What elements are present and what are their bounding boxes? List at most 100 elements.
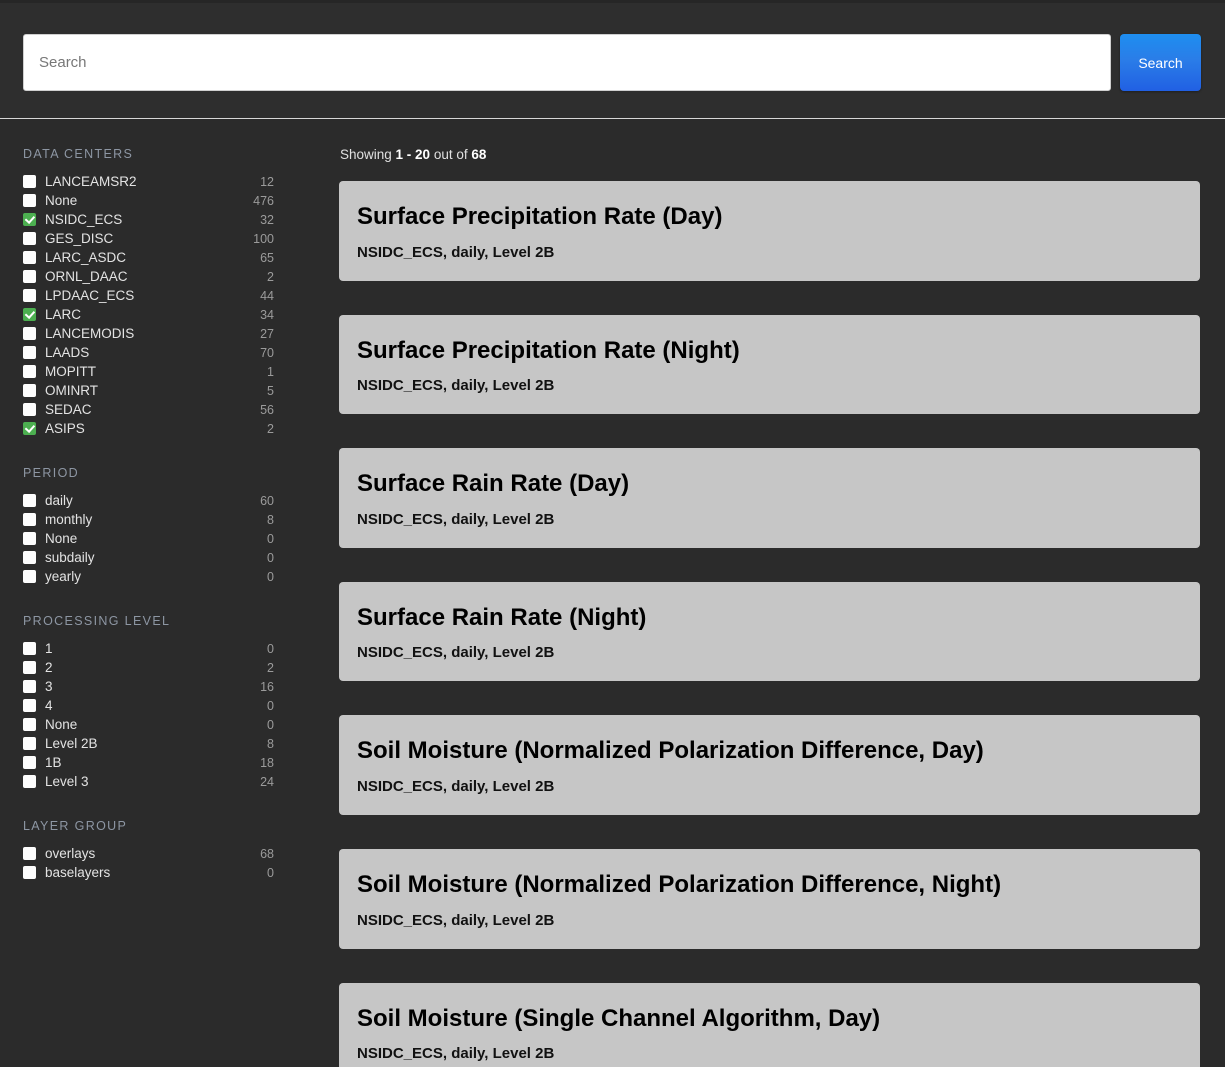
facet-row-data-centers-13[interactable]: ASIPS 2 xyxy=(0,419,310,438)
facet-count: 8 xyxy=(267,512,274,527)
facet-row-period-2[interactable]: None 0 xyxy=(0,529,310,548)
facet-row-data-centers-8[interactable]: LANCEMODIS 27 xyxy=(0,324,310,343)
checkbox-icon[interactable] xyxy=(23,270,36,283)
facet-row-processing-level-7[interactable]: Level 3 24 xyxy=(0,772,310,791)
facet-label: Level 3 xyxy=(45,774,89,789)
checkbox-icon[interactable] xyxy=(23,194,36,207)
facet-row-data-centers-12[interactable]: SEDAC 56 xyxy=(0,400,310,419)
checkbox-icon[interactable] xyxy=(23,289,36,302)
facet-count: 32 xyxy=(260,212,274,227)
facet-count: 0 xyxy=(267,641,274,656)
facet-label: LAADS xyxy=(45,345,90,360)
facet-label: 4 xyxy=(45,698,53,713)
facet-label: SEDAC xyxy=(45,402,92,417)
result-card[interactable]: Soil Moisture (Normalized Polarization D… xyxy=(339,715,1200,815)
checkbox-checked-icon[interactable] xyxy=(23,422,36,435)
checkbox-icon[interactable] xyxy=(23,661,36,674)
facet-row-period-4[interactable]: yearly 0 xyxy=(0,567,310,586)
facet-row-layer-group-1[interactable]: baselayers 0 xyxy=(0,863,310,882)
facet-count: 24 xyxy=(260,774,274,789)
search-button[interactable]: Search xyxy=(1120,34,1201,91)
checkbox-icon[interactable] xyxy=(23,251,36,264)
checkbox-checked-icon[interactable] xyxy=(23,308,36,321)
showing-middle: out of xyxy=(430,147,472,162)
facet-row-period-0[interactable]: daily 60 xyxy=(0,491,310,510)
facet-label: daily xyxy=(45,493,73,508)
checkbox-icon[interactable] xyxy=(23,513,36,526)
facet-count: 70 xyxy=(260,345,274,360)
checkbox-icon[interactable] xyxy=(23,866,36,879)
facet-count: 60 xyxy=(260,493,274,508)
facet-row-processing-level-4[interactable]: None 0 xyxy=(0,715,310,734)
facet-label: yearly xyxy=(45,569,82,584)
facet-row-layer-group-0[interactable]: overlays 68 xyxy=(0,844,310,863)
facet-row-data-centers-6[interactable]: LPDAAC_ECS 44 xyxy=(0,286,310,305)
checkbox-icon[interactable] xyxy=(23,642,36,655)
result-card-title: Surface Precipitation Rate (Day) xyxy=(357,203,723,230)
facet-label: subdaily xyxy=(45,550,95,565)
facet-count: 0 xyxy=(267,865,274,880)
facet-count: 44 xyxy=(260,288,274,303)
checkbox-icon[interactable] xyxy=(23,775,36,788)
facet-row-data-centers-11[interactable]: OMINRT 5 xyxy=(0,381,310,400)
facet-row-processing-level-2[interactable]: 3 16 xyxy=(0,677,310,696)
checkbox-icon[interactable] xyxy=(23,680,36,693)
facet-row-processing-level-6[interactable]: 1B 18 xyxy=(0,753,310,772)
checkbox-icon[interactable] xyxy=(23,327,36,340)
facet-row-processing-level-5[interactable]: Level 2B 8 xyxy=(0,734,310,753)
search-row: Search xyxy=(23,34,1201,91)
search-input[interactable] xyxy=(23,34,1111,91)
checkbox-icon[interactable] xyxy=(23,494,36,507)
checkbox-icon[interactable] xyxy=(23,532,36,545)
facet-row-data-centers-5[interactable]: ORNL_DAAC 2 xyxy=(0,267,310,286)
checkbox-icon[interactable] xyxy=(23,403,36,416)
facet-row-data-centers-7[interactable]: LARC 34 xyxy=(0,305,310,324)
checkbox-icon[interactable] xyxy=(23,718,36,731)
checkbox-icon[interactable] xyxy=(23,384,36,397)
result-card[interactable]: Surface Precipitation Rate (Night) NSIDC_… xyxy=(339,314,1200,415)
checkbox-icon[interactable] xyxy=(23,551,36,564)
facet-count: 12 xyxy=(260,174,274,189)
checkbox-icon[interactable] xyxy=(23,346,36,359)
checkbox-icon[interactable] xyxy=(23,175,36,188)
facet-row-data-centers-2[interactable]: NSIDC_ECS 32 xyxy=(0,210,310,229)
facet-row-data-centers-3[interactable]: GES_DISC 100 xyxy=(0,229,310,248)
facet-row-data-centers-4[interactable]: LARC_ASDC 65 xyxy=(0,248,310,267)
facet-label: LARC_ASDC xyxy=(45,250,127,265)
result-card[interactable]: Soil Moisture (Single Channel Algorithm,… xyxy=(339,982,1200,1067)
facet-row-processing-level-3[interactable]: 40 xyxy=(0,696,310,715)
checkbox-icon[interactable] xyxy=(23,737,36,750)
facet-title-data-centers: DATA CENTERS xyxy=(23,147,134,161)
result-card-title: Soil Moisture (Normalized Polarization D… xyxy=(357,737,984,765)
checkbox-icon[interactable] xyxy=(23,699,36,712)
facet-count: 1 xyxy=(267,364,274,379)
checkbox-icon[interactable] xyxy=(23,570,36,583)
facet-title-period: PERIOD xyxy=(23,466,80,480)
checkbox-checked-icon[interactable] xyxy=(23,213,36,226)
facet-count: 8 xyxy=(267,736,274,751)
facet-row-data-centers-10[interactable]: MOPITT 1 xyxy=(0,362,310,381)
result-card[interactable]: Surface Rain Rate (Day) NSIDC_ECS, daily,… xyxy=(339,448,1200,548)
result-card-meta: NSIDC_ECS, daily, Level 2B xyxy=(357,911,555,929)
checkbox-icon[interactable] xyxy=(23,232,36,245)
checkbox-icon[interactable] xyxy=(23,756,36,769)
facet-row-data-centers-9[interactable]: LAADS 70 xyxy=(0,343,310,362)
facet-label: LARC xyxy=(45,307,82,322)
result-card[interactable]: Surface Rain Rate (Night) NSIDC_ECS, dail… xyxy=(339,581,1200,682)
facet-label: monthly xyxy=(45,512,93,527)
facet-row-period-3[interactable]: subdaily 0 xyxy=(0,548,310,567)
facet-row-period-1[interactable]: monthly 8 xyxy=(0,510,310,529)
facet-row-data-centers-0[interactable]: LANCEAMSR2 12 xyxy=(0,172,310,191)
facet-row-data-centers-1[interactable]: None 476 xyxy=(0,191,310,210)
facet-row-processing-level-0[interactable]: 10 xyxy=(0,639,310,658)
facet-label: ASIPS xyxy=(45,421,85,436)
checkbox-icon[interactable] xyxy=(23,847,36,860)
facet-sidebar: DATA CENTERS LANCEAMSR2 12 None 476 NSIDC_ECS… xyxy=(0,119,310,1067)
facet-row-processing-level-1[interactable]: 22 xyxy=(0,658,310,677)
facet-count: 65 xyxy=(260,250,274,265)
checkbox-icon[interactable] xyxy=(23,365,36,378)
facet-count: 18 xyxy=(260,755,274,770)
result-card[interactable]: Surface Precipitation Rate (Day) NSIDC_EC… xyxy=(339,181,1200,281)
result-card[interactable]: Soil Moisture (Normalized Polarization D… xyxy=(339,848,1200,949)
result-card-title: Surface Rain Rate (Day) xyxy=(357,470,630,498)
